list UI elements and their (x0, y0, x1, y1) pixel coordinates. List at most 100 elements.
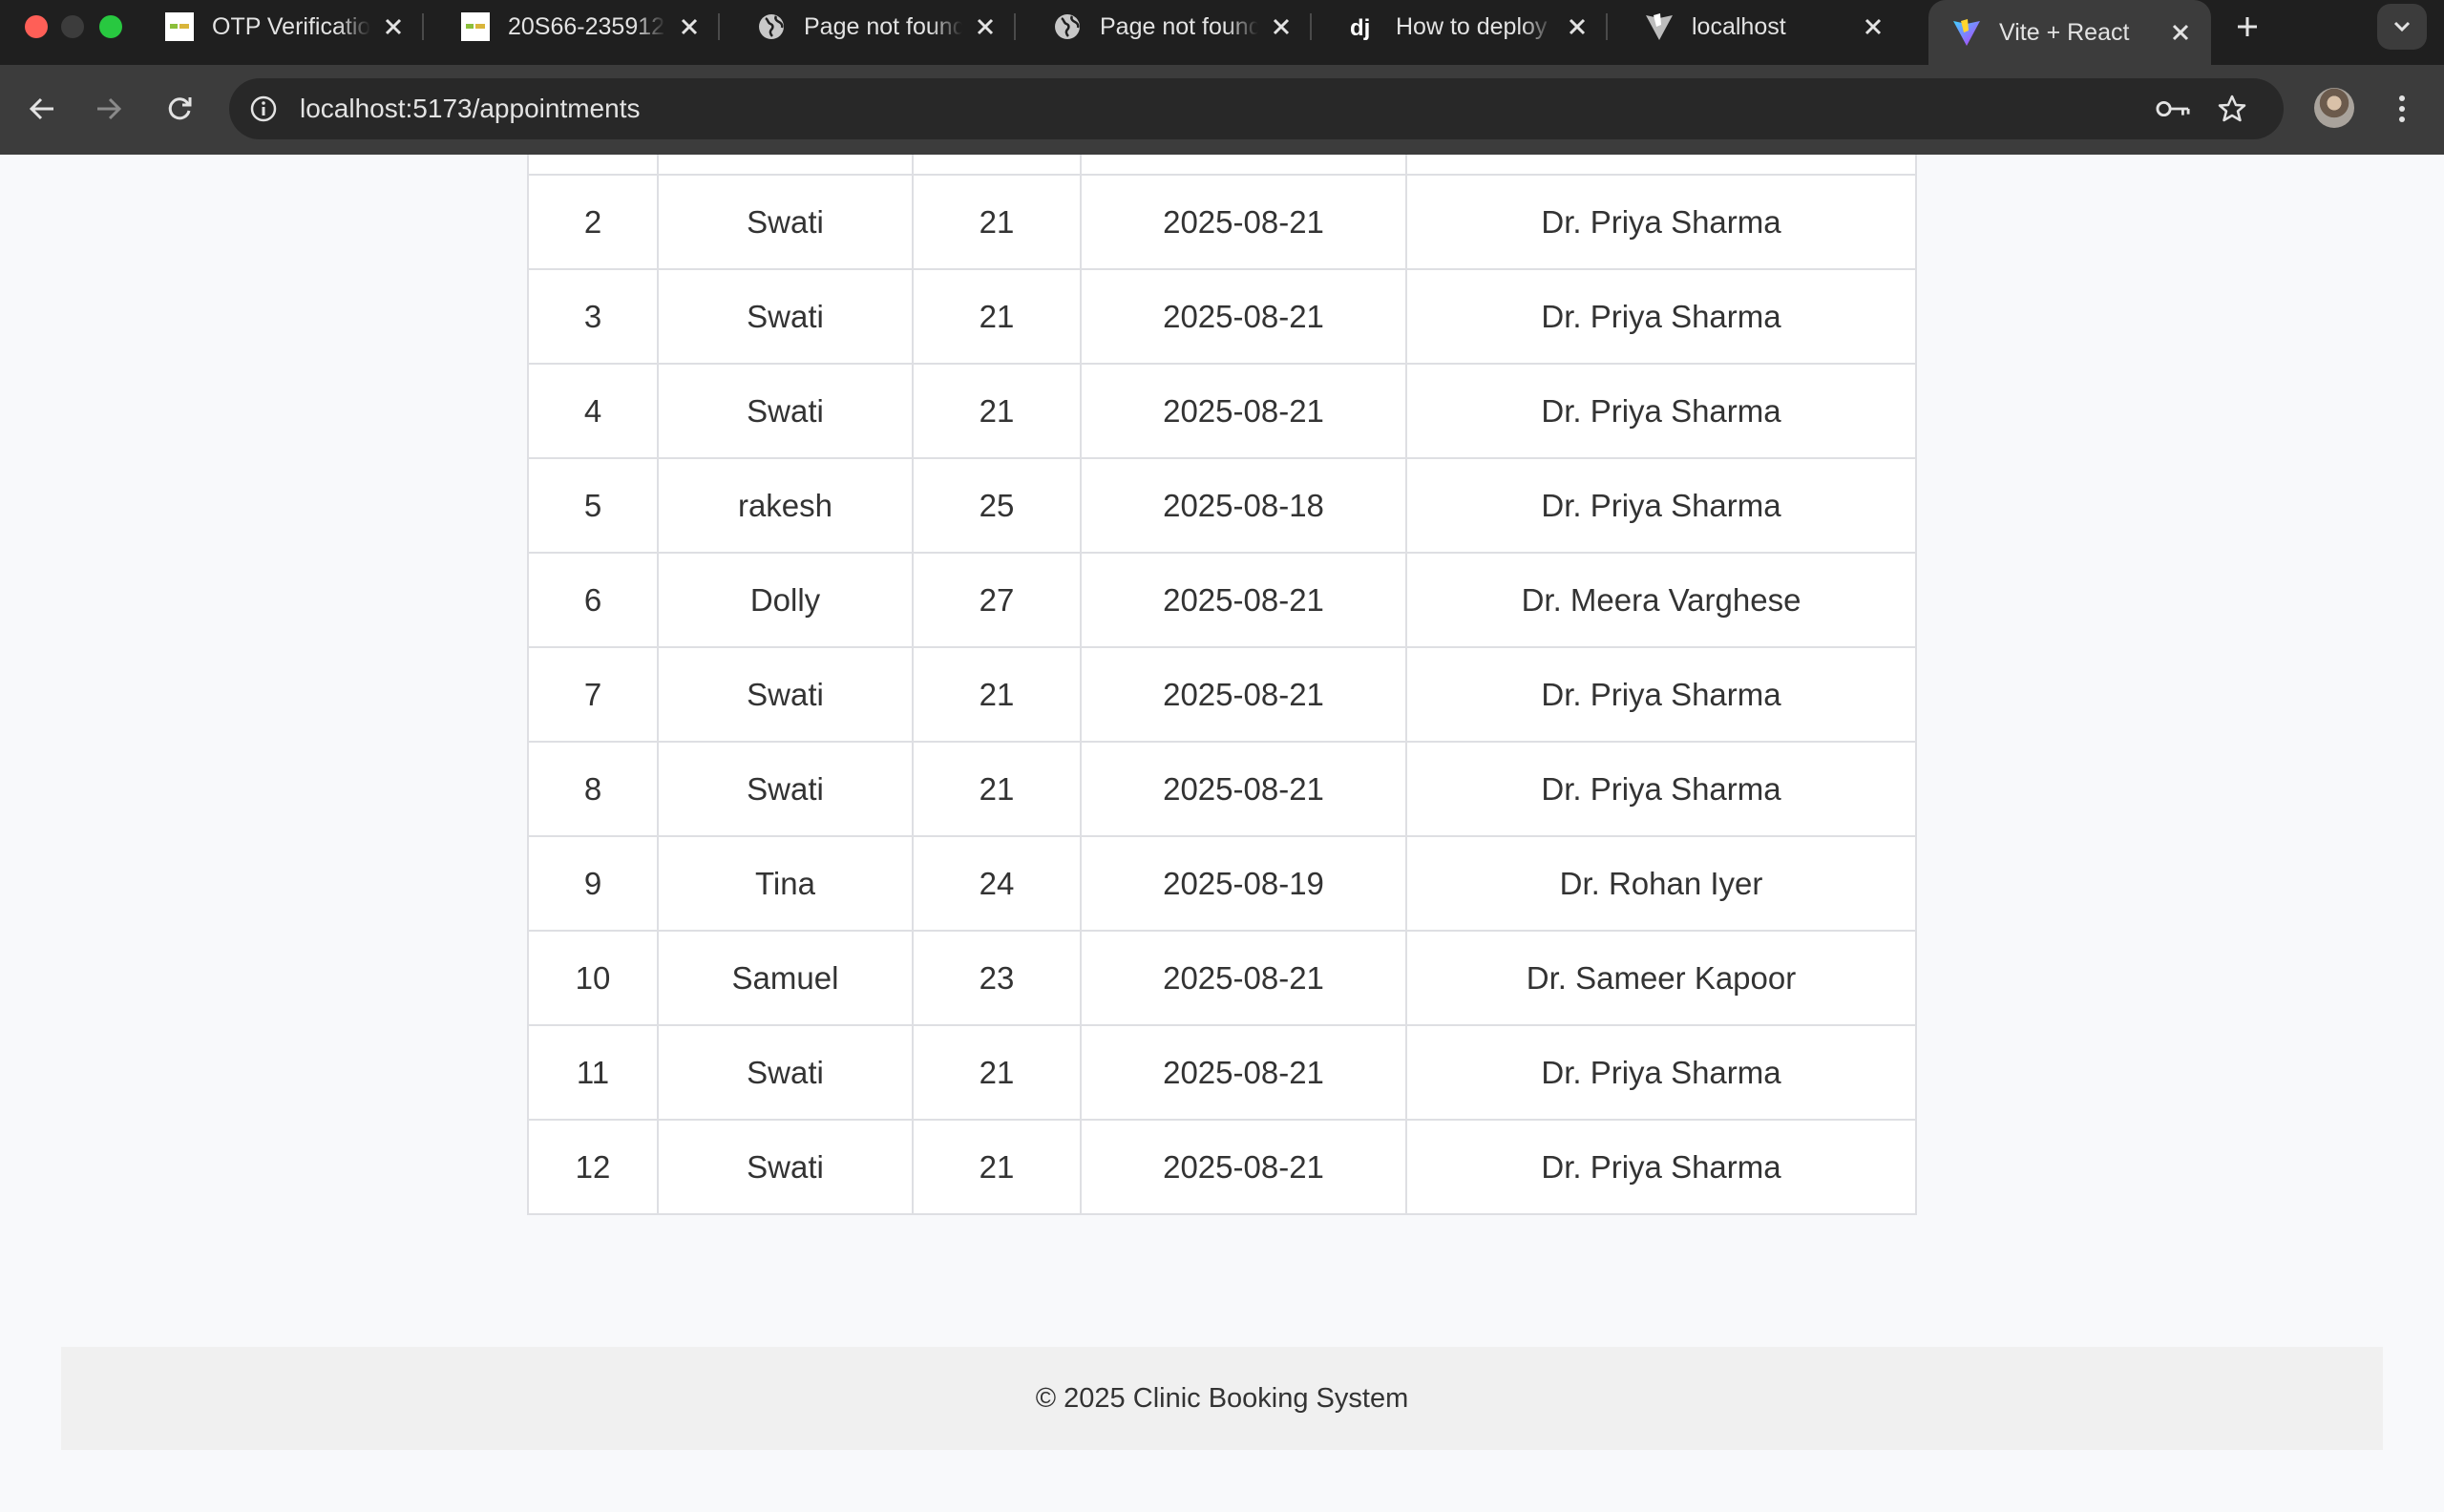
browser-tab[interactable]: localhost (1621, 0, 1904, 53)
table-row: 4 Swati 21 2025-08-21 Dr. Priya Sharma (527, 363, 1917, 459)
close-tab-icon[interactable] (1266, 11, 1296, 42)
vite-icon (1644, 11, 1675, 42)
close-tab-icon[interactable] (2165, 17, 2196, 48)
site-info-icon[interactable] (246, 92, 281, 126)
close-tab-icon[interactable] (378, 11, 409, 42)
cell-id: 11 (527, 1024, 659, 1121)
table-row: 2 Swati 21 2025-08-21 Dr. Priya Sharma (527, 174, 1917, 270)
cell-age: 21 (912, 1024, 1082, 1121)
back-button[interactable] (17, 84, 67, 134)
cell-date: 2025-08-21 (1080, 552, 1407, 648)
browser-tab[interactable]: dj How to deploy (1325, 0, 1608, 53)
cell-patient-name: Swati (657, 363, 914, 459)
appointments-table-body: 2 Swati 21 2025-08-21 Dr. Priya Sharma 3 Swati… (527, 155, 1917, 1215)
arrow-left-icon (29, 97, 53, 120)
cell-date: 2025-08-21 (1080, 363, 1407, 459)
cell-doctor: Dr. Priya Sharma (1405, 457, 1917, 554)
tab-separator (1606, 13, 1608, 40)
cell-doctor: Dr. Priya Sharma (1405, 268, 1917, 365)
reload-icon (168, 97, 192, 120)
tab-title: Vite + React (1999, 18, 2130, 46)
table-row: 9 Tina 24 2025-08-19 Dr. Rohan Iyer (527, 835, 1917, 932)
url-host: localhost (300, 94, 406, 123)
cell-date: 2025-08-19 (1080, 835, 1407, 932)
address-bar[interactable]: localhost:5173/appointments (229, 78, 2284, 139)
cell-id: 4 (527, 363, 659, 459)
more-vertical-icon (2399, 95, 2405, 122)
cell-doctor: Dr. Priya Sharma (1405, 1024, 1917, 1121)
cell-age: 24 (912, 835, 1082, 932)
cell-age: 21 (912, 268, 1082, 365)
cell-doctor: Dr. Priya Sharma (1405, 741, 1917, 837)
reload-button[interactable] (155, 84, 204, 134)
close-tab-icon[interactable] (674, 11, 705, 42)
cell-doctor: Dr. Meera Varghese (1405, 552, 1917, 648)
browser-menu-button[interactable] (2383, 86, 2421, 132)
password-key-icon[interactable] (2156, 92, 2190, 126)
chevron-down-icon (2393, 21, 2411, 32)
table-row: 6 Dolly 27 2025-08-21 Dr. Meera Varghese (527, 552, 1917, 648)
cell-date: 2025-08-21 (1080, 741, 1407, 837)
table-cell (527, 155, 659, 176)
cell-id: 9 (527, 835, 659, 932)
cell-doctor: Dr. Priya Sharma (1405, 646, 1917, 743)
browser-tab[interactable]: Page not found (733, 0, 1016, 53)
cell-date: 2025-08-21 (1080, 930, 1407, 1026)
browser-tab-active[interactable]: Vite + React (1928, 0, 2211, 65)
cell-age: 21 (912, 363, 1082, 459)
tab-search-button[interactable] (2377, 4, 2427, 50)
cell-patient-name: Swati (657, 741, 914, 837)
cell-id: 12 (527, 1119, 659, 1215)
url-text[interactable]: localhost:5173/appointments (300, 78, 640, 139)
browser-toolbar: localhost:5173/appointments (0, 65, 2444, 155)
browser-tab[interactable]: OTP Verification (141, 0, 424, 53)
browser-tab[interactable]: Page not found (1029, 0, 1312, 53)
profile-avatar[interactable] (2314, 88, 2354, 128)
tab-title: OTP Verification (212, 12, 370, 40)
table-row: 11 Swati 21 2025-08-21 Dr. Priya Sharma (527, 1024, 1917, 1121)
table-row (527, 155, 1917, 176)
table-row: 7 Swati 21 2025-08-21 Dr. Priya Sharma (527, 646, 1917, 743)
cell-doctor: Dr. Sameer Kapoor (1405, 930, 1917, 1026)
table-row: 5 rakesh 25 2025-08-18 Dr. Priya Sharma (527, 457, 1917, 554)
tab-separator (1310, 13, 1312, 40)
cell-id: 8 (527, 741, 659, 837)
django-icon: dj (1348, 11, 1379, 42)
close-window-button[interactable] (25, 15, 48, 38)
cell-id: 10 (527, 930, 659, 1026)
cell-patient-name: Swati (657, 1024, 914, 1121)
close-tab-icon[interactable] (970, 11, 1001, 42)
table-cell (1080, 155, 1407, 176)
table-row: 3 Swati 21 2025-08-21 Dr. Priya Sharma (527, 268, 1917, 365)
bookmark-star-icon[interactable] (2215, 92, 2249, 126)
svg-text:dj: dj (1350, 15, 1370, 41)
cell-patient-name: Swati (657, 1119, 914, 1215)
tab-separator (422, 13, 424, 40)
forward-button[interactable] (84, 84, 134, 134)
close-tab-icon[interactable] (1562, 11, 1592, 42)
maximize-window-button[interactable] (99, 15, 122, 38)
cell-doctor: Dr. Rohan Iyer (1405, 835, 1917, 932)
table-row: 8 Swati 21 2025-08-21 Dr. Priya Sharma (527, 741, 1917, 837)
tab-title: 20S66-235912 (508, 12, 665, 40)
cell-id: 3 (527, 268, 659, 365)
cell-id: 7 (527, 646, 659, 743)
appointments-table: 2 Swati 21 2025-08-21 Dr. Priya Sharma 3 Swati… (527, 155, 1917, 1215)
minimize-window-button[interactable] (61, 15, 84, 38)
tab-title: Page not found (804, 12, 962, 40)
browser-tab[interactable]: 20S66-235912 (437, 0, 720, 53)
arrow-right-icon (97, 97, 122, 120)
cell-age: 27 (912, 552, 1082, 648)
cell-patient-name: Swati (657, 646, 914, 743)
cell-age: 25 (912, 457, 1082, 554)
table-row: 12 Swati 21 2025-08-21 Dr. Priya Sharma (527, 1119, 1917, 1215)
url-path: :5173/appointments (405, 94, 641, 123)
table-cell (657, 155, 914, 176)
cell-age: 23 (912, 930, 1082, 1026)
tab-separator (718, 13, 720, 40)
tab-separator (1014, 13, 1016, 40)
new-tab-button[interactable] (2230, 10, 2265, 44)
close-tab-icon[interactable] (1858, 11, 1888, 42)
globe-icon (1052, 11, 1083, 42)
table-cell (912, 155, 1082, 176)
